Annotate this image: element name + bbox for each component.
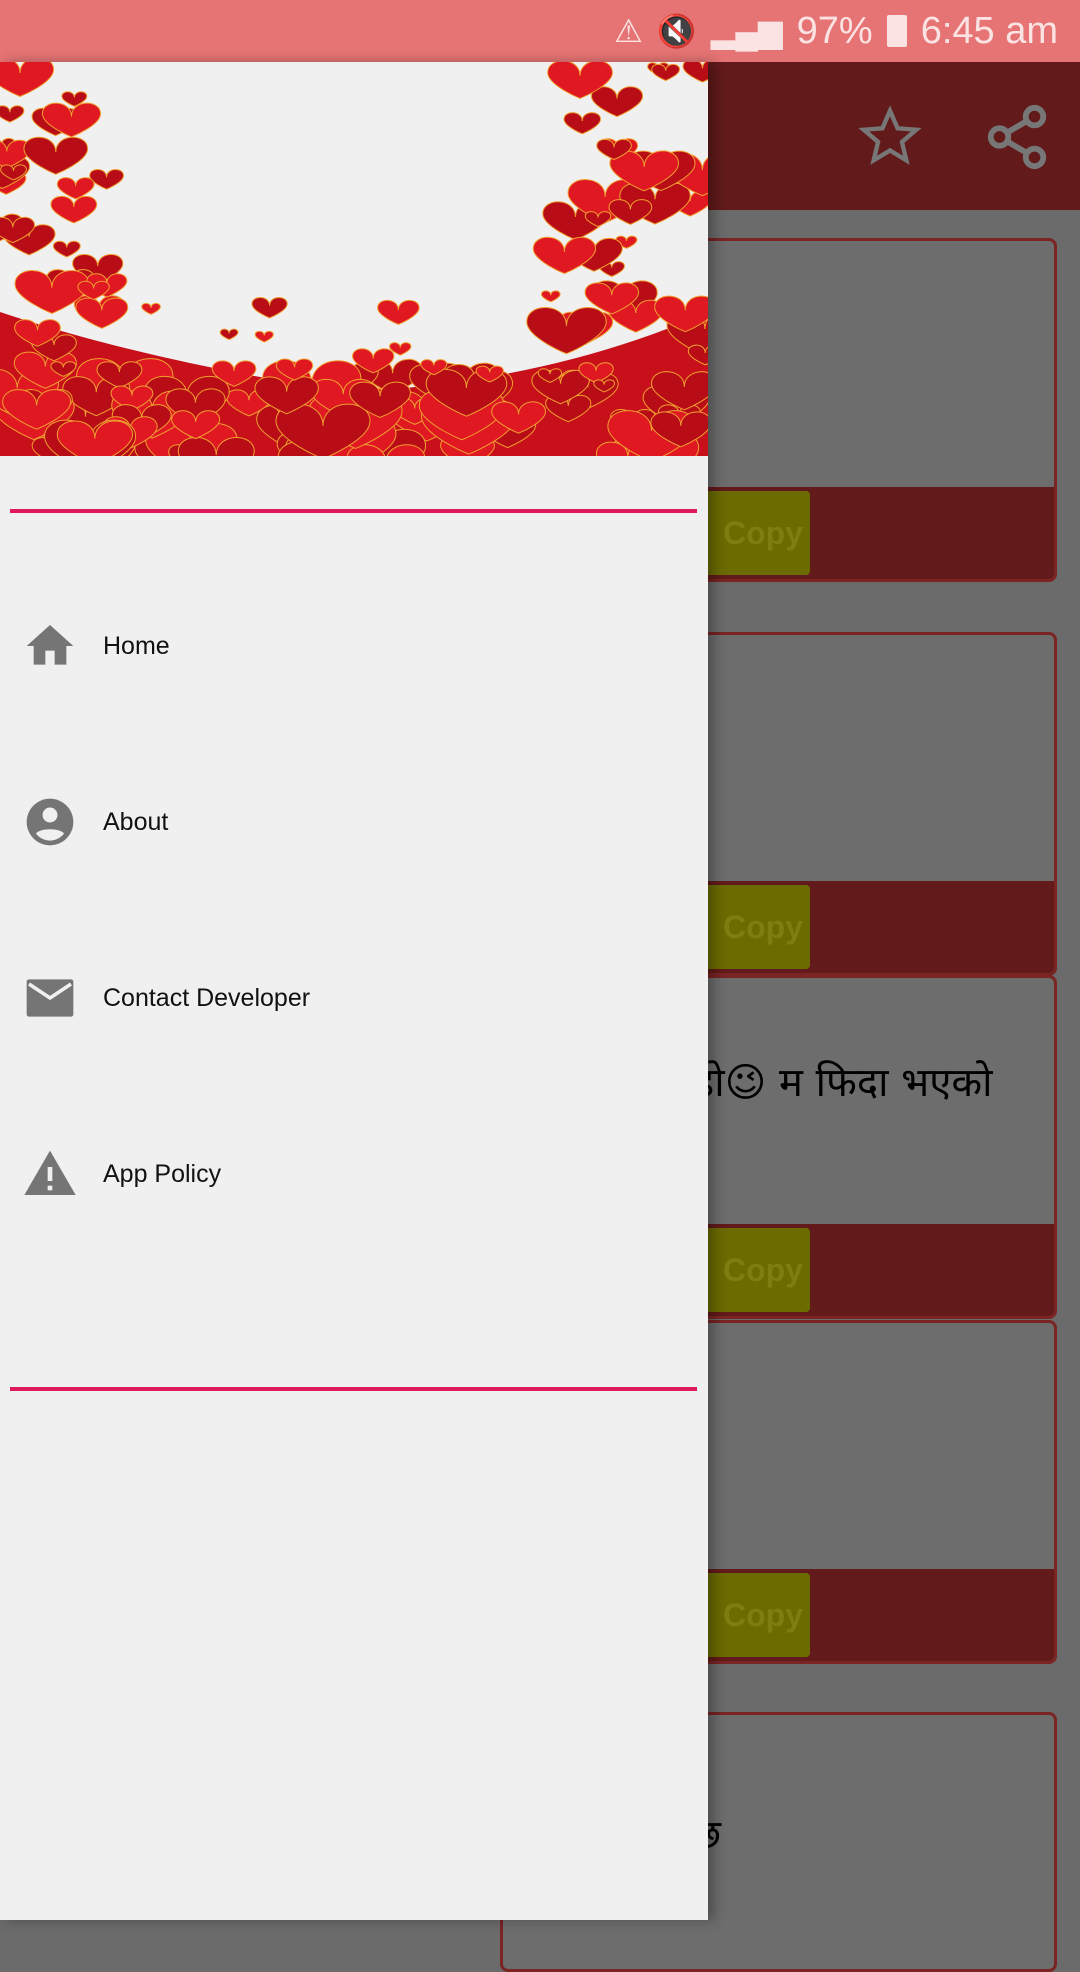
share-icon <box>987 104 1047 170</box>
drawer-header-hearts-image <box>0 62 708 456</box>
heart-shape <box>23 136 89 175</box>
account-circle-icon <box>26 798 74 846</box>
data-saver-icon: ⚠ <box>614 13 643 49</box>
home-icon <box>26 625 74 665</box>
share-button[interactable] <box>982 102 1052 172</box>
heart-shape <box>219 328 239 341</box>
battery-icon <box>886 15 907 47</box>
heart-shape <box>251 297 288 319</box>
star-icon <box>858 105 922 165</box>
heart-shape <box>141 302 161 315</box>
divider <box>10 509 697 513</box>
heart-shape <box>52 240 81 258</box>
drawer-item-label: Contact Developer <box>103 983 311 1012</box>
heart-shape <box>563 112 602 135</box>
heart-shape <box>682 62 708 83</box>
signal-icon: ▂▄▆ <box>710 13 783 49</box>
vibrate-mute-icon: 🔇 <box>656 13 697 49</box>
drawer-item-label: Home <box>103 631 170 660</box>
mail-icon <box>26 979 74 1017</box>
heart-shape <box>89 168 125 190</box>
divider <box>10 1387 697 1391</box>
drawer-item-app-policy[interactable]: App Policy <box>0 1114 708 1234</box>
heart-shape <box>254 330 274 343</box>
battery-percent: 97% <box>796 9 873 52</box>
heart-shape <box>0 62 55 98</box>
drawer-item-contact-developer[interactable]: Contact Developer <box>0 938 708 1058</box>
heart-shape <box>50 195 98 224</box>
heart-shape <box>540 290 561 303</box>
hearts-image <box>0 62 708 456</box>
warning-icon <box>24 1150 76 1195</box>
quote-text: हो😉 म फिदा भएको <box>693 1060 993 1106</box>
drawer-item-label: App Policy <box>103 1159 222 1188</box>
heart-shape <box>377 299 420 325</box>
heart-shape <box>0 105 25 123</box>
navigation-drawer: Home About Contact Developer App Policy <box>0 62 708 1920</box>
drawer-item-home[interactable]: Home <box>0 586 708 706</box>
clock: 6:45 am <box>920 9 1058 52</box>
heart-shape <box>56 177 95 200</box>
drawer-item-about[interactable]: About <box>0 762 708 882</box>
heart-shape <box>590 86 644 118</box>
status-bar: ⚠ 🔇 ▂▄▆ 97% 6:45 am <box>0 0 1080 62</box>
favorite-button[interactable] <box>855 102 925 172</box>
drawer-item-label: About <box>103 807 169 836</box>
